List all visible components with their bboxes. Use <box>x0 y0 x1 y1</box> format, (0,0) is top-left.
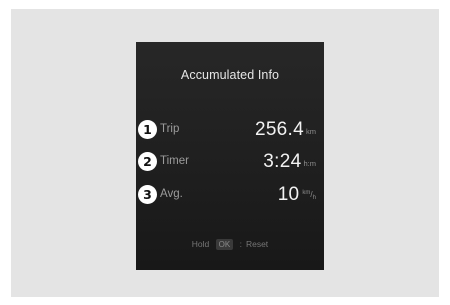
timer-readout: 3:24 h:m <box>263 151 316 173</box>
timer-label: Timer <box>160 155 189 167</box>
timer-row: 2 Timer 3:24 h:m <box>138 151 316 173</box>
screen-title: Accumulated Info <box>180 68 280 82</box>
timer-value: 3:24 <box>263 151 302 172</box>
average-readout: 10 km/h <box>278 184 316 206</box>
hint-prefix: Hold <box>191 239 210 249</box>
average-unit-denominator: h <box>312 195 316 201</box>
average-row: 3 Avg. 10 km/h <box>138 184 316 206</box>
callout-badge-2: 2 <box>138 152 157 171</box>
ok-button-chip: OK <box>215 239 234 250</box>
callout-badge-1: 1 <box>138 120 157 139</box>
average-value: 10 <box>277 184 300 205</box>
trip-value: 256.4 <box>254 119 304 140</box>
hint-separator: : <box>239 239 242 249</box>
trip-label: Trip <box>160 123 180 135</box>
trip-readout: 256.4 km <box>255 119 316 141</box>
reset-hint: Hold OK : Reset <box>136 239 324 250</box>
hint-action: Reset <box>245 239 269 249</box>
timer-unit: h:m <box>303 159 316 168</box>
average-label: Avg. <box>160 188 183 200</box>
trip-unit: km <box>306 127 316 136</box>
callout-badge-3: 3 <box>138 185 157 204</box>
accumulated-info-screen: Accumulated Info 1 Trip 256.4 km 2 Timer … <box>136 42 324 270</box>
trip-row: 1 Trip 256.4 km <box>138 119 316 141</box>
